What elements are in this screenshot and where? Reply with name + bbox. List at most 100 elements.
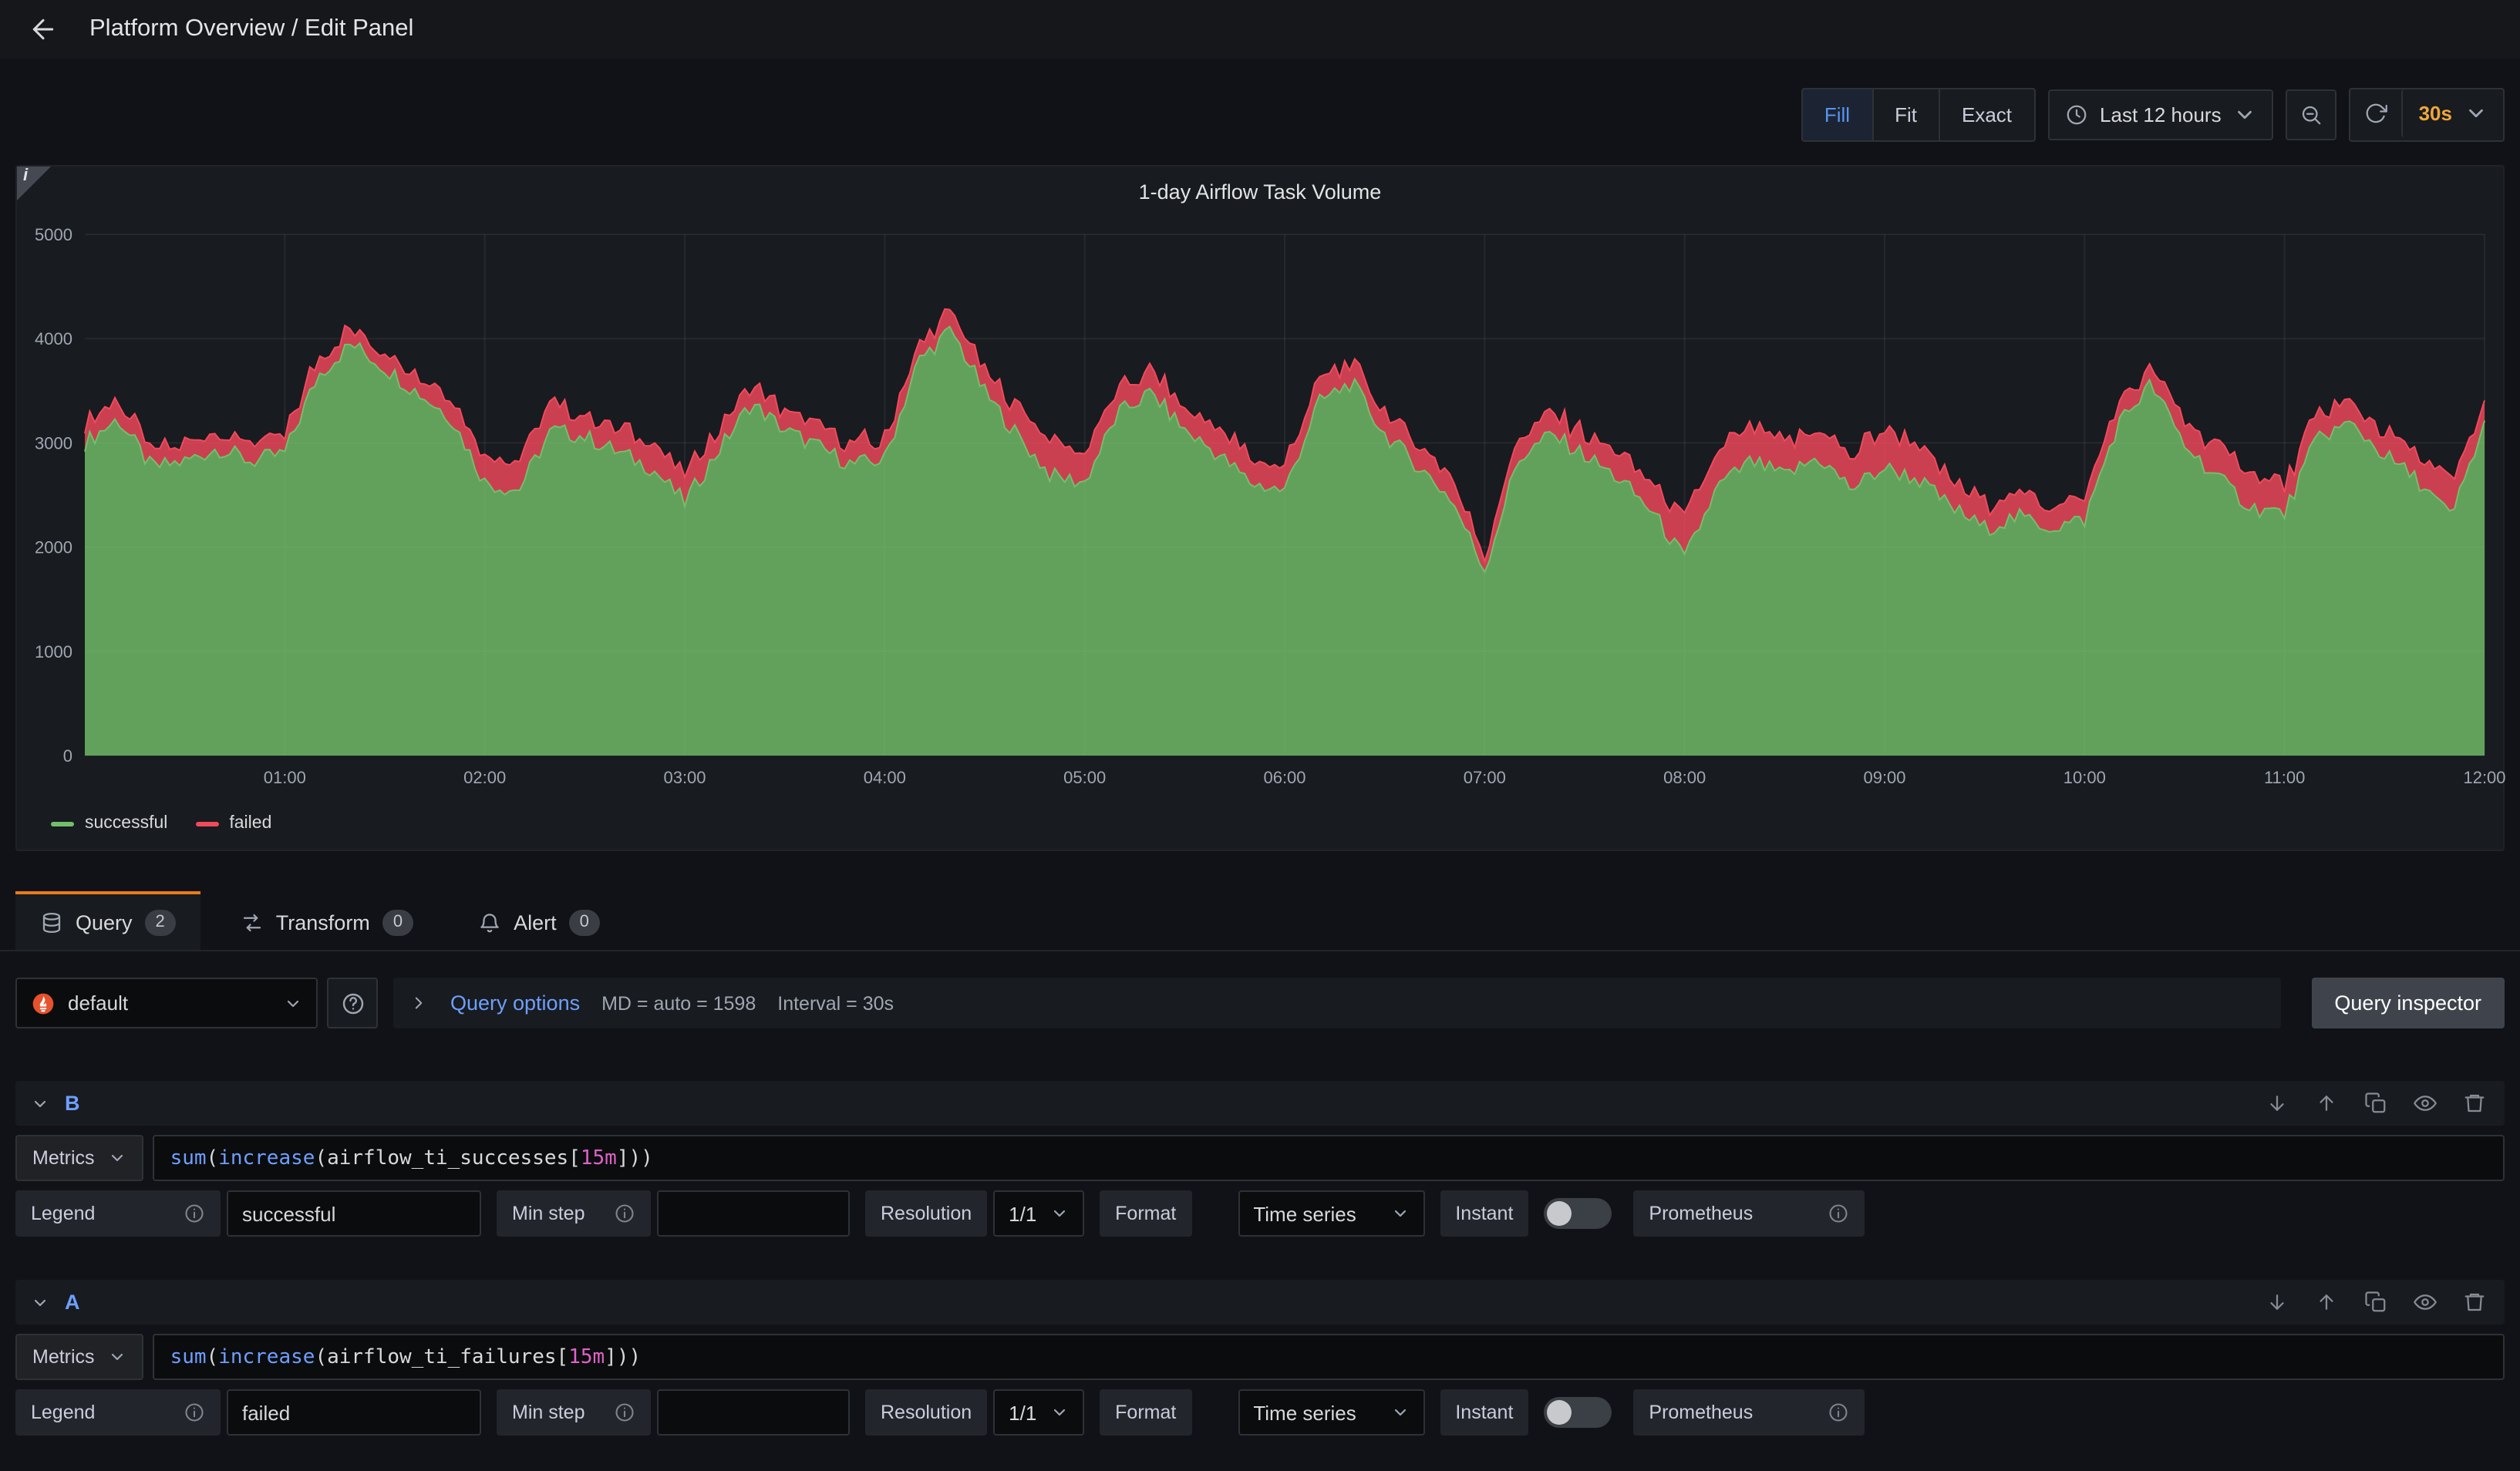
legend-format-input[interactable] xyxy=(227,1190,481,1237)
format-select[interactable]: Time series xyxy=(1238,1190,1424,1237)
format-select[interactable]: Time series xyxy=(1238,1389,1424,1436)
svg-text:08:00: 08:00 xyxy=(1663,768,1706,787)
tab-query[interactable]: Query 2 xyxy=(15,891,200,950)
duplicate-query-button[interactable] xyxy=(2360,1287,2390,1318)
toggle-knob xyxy=(1547,1400,1572,1425)
min-step-input[interactable] xyxy=(657,1389,850,1436)
bell-icon xyxy=(478,911,501,934)
trash-icon xyxy=(2462,1291,2485,1314)
query-datasource-chip: Prometheus xyxy=(1633,1389,1865,1436)
tab-query-label: Query xyxy=(76,911,133,934)
editor-tabs: Query 2 Transform 0 Alert 0 xyxy=(0,891,2520,951)
instant-toggle[interactable] xyxy=(1544,1397,1612,1428)
time-range-label: Last 12 hours xyxy=(2100,103,2222,126)
svg-text:03:00: 03:00 xyxy=(663,768,706,787)
promql-expression-field[interactable]: sum(increase(airflow_ti_successes[15m])) xyxy=(153,1135,2505,1181)
svg-text:12:00: 12:00 xyxy=(2463,768,2505,787)
svg-text:11:00: 11:00 xyxy=(2264,768,2305,787)
svg-text:2000: 2000 xyxy=(35,538,72,557)
panel-toolbar: Fill Fit Exact Last 12 hours 30s xyxy=(0,89,2520,140)
instant-toggle[interactable] xyxy=(1544,1198,1612,1229)
info-icon xyxy=(1828,1402,1849,1423)
topbar: Platform Overview / Edit Panel xyxy=(0,0,2520,59)
mode-exact-button[interactable]: Exact xyxy=(1939,89,2033,140)
angle-right-icon xyxy=(409,993,429,1013)
query-header-a: A xyxy=(15,1280,2505,1325)
metrics-dropdown[interactable]: Metrics xyxy=(15,1135,144,1181)
chart-panel: i 1-day Airflow Task Volume 0 1000 2000 300… xyxy=(15,165,2505,851)
back-button[interactable] xyxy=(19,5,68,54)
query-count-badge: 2 xyxy=(145,909,176,935)
refresh-interval-label: 30s xyxy=(2419,102,2452,125)
query-options-bar[interactable]: Query options MD = auto = 1598 Interval … xyxy=(393,978,2280,1028)
time-range-picker[interactable]: Last 12 hours xyxy=(2047,89,2274,140)
move-query-up-button[interactable] xyxy=(2310,1287,2341,1318)
panel-info-corner[interactable]: i xyxy=(17,167,51,200)
zoom-out-icon xyxy=(2300,103,2323,126)
promql-expression-field[interactable]: sum(increase(airflow_ti_failures[15m])) xyxy=(153,1334,2505,1380)
toggle-query-visibility-button[interactable] xyxy=(2409,1287,2440,1318)
collapse-query-button[interactable] xyxy=(31,1293,49,1311)
toggle-knob xyxy=(1547,1201,1572,1226)
tab-alert-label: Alert xyxy=(514,911,557,934)
resolution-select[interactable]: 1/1 xyxy=(993,1389,1084,1436)
clock-icon xyxy=(2064,103,2087,126)
resolution-select[interactable]: 1/1 xyxy=(993,1190,1084,1237)
trash-icon xyxy=(2462,1092,2485,1115)
query-options-row: Legend Min step Resolution 1/1 Format Ti… xyxy=(15,1389,2505,1436)
mode-fill-button[interactable]: Fill xyxy=(1803,89,1871,140)
move-query-up-button[interactable] xyxy=(2310,1088,2341,1119)
legend-swatch-successful xyxy=(51,821,74,826)
remove-query-button[interactable] xyxy=(2458,1287,2489,1318)
eye-icon xyxy=(2413,1291,2436,1314)
legend-item-failed[interactable]: failed xyxy=(195,814,271,833)
svg-text:04:00: 04:00 xyxy=(864,768,906,787)
tab-transform[interactable]: Transform 0 xyxy=(216,891,438,950)
svg-text:4000: 4000 xyxy=(35,329,72,348)
zoom-out-button[interactable] xyxy=(2286,89,2337,140)
chevron-down-icon xyxy=(109,1348,127,1366)
svg-text:06:00: 06:00 xyxy=(1263,768,1305,787)
remove-query-button[interactable] xyxy=(2458,1088,2489,1119)
refresh-button[interactable] xyxy=(2351,89,2402,137)
prometheus-icon xyxy=(31,991,56,1015)
collapse-query-button[interactable] xyxy=(31,1094,49,1113)
refresh-interval-picker[interactable]: 30s xyxy=(2402,89,2503,137)
min-step-input[interactable] xyxy=(657,1190,850,1237)
time-series-chart[interactable]: 01000200030004000500001:0002:0003:0004:0… xyxy=(29,222,2494,796)
resolution-label-chip: Resolution xyxy=(865,1190,987,1237)
info-icon xyxy=(1828,1203,1849,1224)
duplicate-query-button[interactable] xyxy=(2360,1088,2390,1119)
eye-icon xyxy=(2413,1092,2436,1115)
svg-text:0: 0 xyxy=(63,746,72,766)
info-icon xyxy=(614,1203,635,1224)
datasource-picker[interactable]: default xyxy=(15,978,318,1028)
legend-label-successful: successful xyxy=(85,814,167,833)
min-step-label-chip: Min step xyxy=(497,1389,651,1436)
mode-fit-button[interactable]: Fit xyxy=(1871,89,1939,140)
metrics-dropdown[interactable]: Metrics xyxy=(15,1334,144,1380)
tab-alert[interactable]: Alert 0 xyxy=(453,891,625,950)
info-icon xyxy=(184,1203,205,1224)
min-step-label-chip: Min step xyxy=(497,1190,651,1237)
query-actions xyxy=(2261,1088,2489,1119)
panel-title[interactable]: 1-day Airflow Task Volume xyxy=(29,167,2491,216)
svg-text:1000: 1000 xyxy=(35,642,72,661)
query-actions xyxy=(2261,1287,2489,1318)
question-circle-icon xyxy=(340,991,365,1015)
instant-label-chip: Instant xyxy=(1440,1389,1528,1436)
move-query-down-button[interactable] xyxy=(2261,1287,2292,1318)
arrow-left-icon xyxy=(28,14,59,45)
legend-item-successful[interactable]: successful xyxy=(51,814,167,833)
query-inspector-button[interactable]: Query inspector xyxy=(2311,978,2505,1028)
metrics-label: Metrics xyxy=(32,1346,95,1368)
datasource-help-button[interactable] xyxy=(327,978,378,1028)
legend-format-input[interactable] xyxy=(227,1389,481,1436)
svg-text:3000: 3000 xyxy=(35,433,72,453)
svg-text:5000: 5000 xyxy=(35,225,72,244)
chevron-down-icon xyxy=(1390,1403,1409,1422)
toggle-query-visibility-button[interactable] xyxy=(2409,1088,2440,1119)
tab-transform-label: Transform xyxy=(276,911,370,934)
chevron-down-icon xyxy=(31,1094,49,1113)
move-query-down-button[interactable] xyxy=(2261,1088,2292,1119)
